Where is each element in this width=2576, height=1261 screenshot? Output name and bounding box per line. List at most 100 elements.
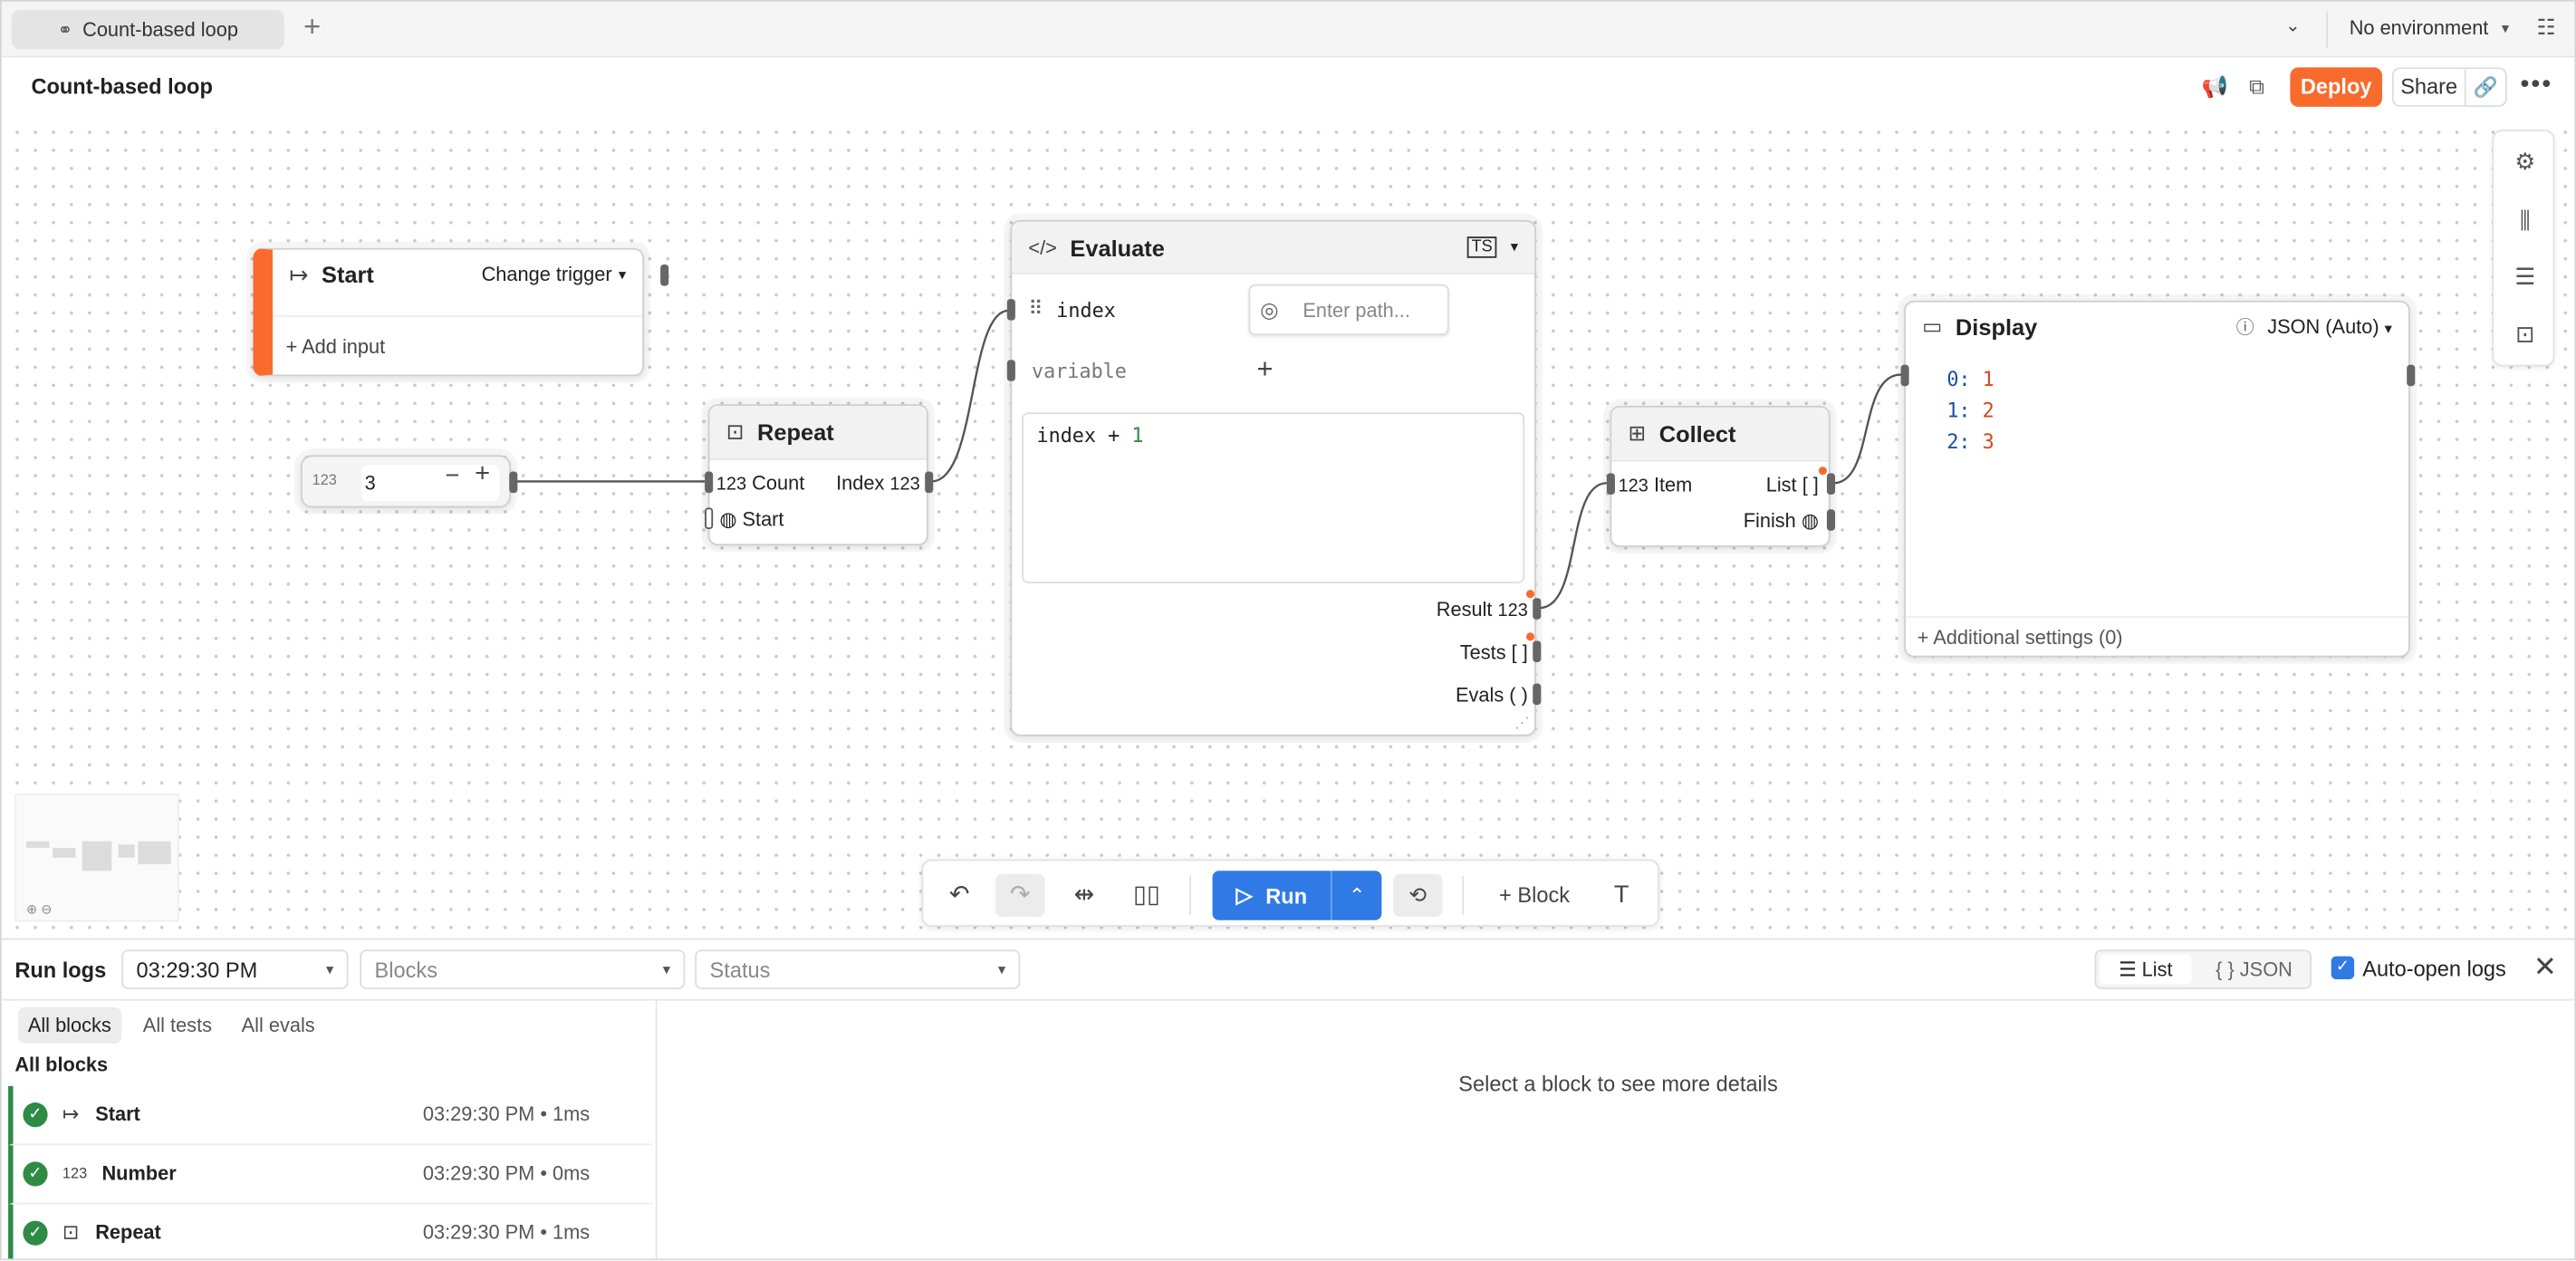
add-input-button[interactable]: + Add input [286,335,386,358]
environment-select[interactable]: No environment ▾ [2350,16,2509,39]
path-input[interactable]: ◎ Enter path... [1248,284,1449,336]
resize-handle-icon[interactable]: ⋰ [1514,715,1529,733]
output-port[interactable] [660,265,669,286]
auto-layout-icon[interactable]: ▯▯ [1124,874,1170,917]
start-node-header: ↦ Start Change trigger ▾ [273,249,643,300]
json-row: 2: 3 [1946,430,1994,453]
result-output-port[interactable] [1533,598,1542,620]
output-port[interactable] [509,471,518,494]
minimap[interactable]: ⊕ ⊖ [14,794,179,922]
app-window: ⚭ Count-based loop + ⌄ No environment ▾ … [0,0,2576,1261]
add-tab-button[interactable]: + [297,12,327,44]
subtab-all-tests[interactable]: All tests [133,1007,222,1044]
count-input-port[interactable] [705,471,714,494]
run-logs-panel: Run logs 03:29:30 PM ▾ Blocks ▾ Status ▾… [1,938,2575,1259]
undo-icon[interactable]: ↶ [937,874,983,917]
code-expression: index + [1036,423,1132,448]
error-dot [1526,632,1535,641]
finish-output-port[interactable] [1826,509,1835,531]
history-icon[interactable]: ⟲ [1393,873,1443,918]
start-node[interactable]: ↦ Start Change trigger ▾ + Add input [253,247,669,377]
megaphone-icon[interactable]: 📢 [2201,74,2227,101]
settings-gear-icon[interactable]: ⚙ [2494,148,2556,176]
add-input-icon[interactable]: + [1257,353,1274,386]
input-port[interactable] [1900,364,1909,387]
text-icon[interactable]: T [1600,874,1643,917]
subtab-all-evals[interactable]: All evals [232,1007,325,1044]
minimap-node [82,841,112,871]
index-output-port[interactable] [925,471,934,494]
log-row-repeat[interactable]: ✓ ⊡ Repeat 03:29:30 PM • 1ms [8,1204,652,1259]
blocks-filter-select[interactable]: Blocks ▾ [360,949,686,989]
index-input-port[interactable] [1006,299,1015,321]
present-icon[interactable]: ⊡ [2494,321,2556,349]
share-button[interactable]: Share [2391,67,2465,107]
layout-icon[interactable]: ☰ [2494,263,2556,291]
additional-settings-button[interactable]: + Additional settings (0) [1905,616,2409,656]
run-options-icon[interactable]: ⌃ [1331,871,1382,920]
evaluate-node[interactable]: </> Evaluate TS ▾ ⠿ index ◎ Enter path..… [1006,220,1542,736]
redo-icon[interactable]: ↷ [995,873,1045,918]
chevron-down-icon[interactable]: ▾ [1511,238,1518,256]
variable-input-port[interactable] [1006,360,1015,381]
json-key: 1: [1946,399,1971,423]
number-node[interactable]: 123 3 − + [300,455,518,508]
tab-bar: ⚭ Count-based loop + ⌄ No environment ▾ … [1,1,2575,58]
flow-canvas[interactable]: ↦ Start Change trigger ▾ + Add input 123… [1,116,2575,939]
tab-count-based-loop[interactable]: ⚭ Count-based loop [11,9,284,50]
json-key: 2: [1946,430,1971,454]
evaluate-node-header: </> Evaluate TS ▾ [1012,221,1535,274]
item-input-port[interactable] [1606,473,1615,495]
success-check-icon: ✓ [23,1102,48,1128]
code-number: 1 [1131,423,1144,448]
duplicate-icon[interactable]: ⧉ [2249,74,2264,101]
evals-output-port[interactable] [1533,683,1542,706]
chevron-down-icon: ▾ [618,265,627,283]
collect-icon: ⊞ [1628,420,1647,446]
collect-node[interactable]: ⊞ Collect 123 Item List [ ] Finish ◍ [1606,406,1835,547]
start-input-port[interactable] [705,507,714,530]
library-icon[interactable]: ⫼ [2494,207,2556,236]
log-row-start[interactable]: ✓ ↦ Start 03:29:30 PM • 1ms [8,1085,653,1146]
auto-open-checkbox[interactable]: ✓ [2331,956,2355,980]
decrement-icon[interactable]: − [446,462,460,490]
language-badge[interactable]: TS [1466,236,1498,258]
list-output-port[interactable] [1826,473,1835,495]
repeat-node[interactable]: ⊡ Repeat 123 Count Index 123 ◍ Start [705,404,934,546]
number-type-icon: 123 [1497,601,1528,621]
display-node[interactable]: ▭ Display ⓘ JSON (Auto) ▾ 0: 1 1: 2 2: 3… [1900,300,2416,658]
panel-toggle-icon[interactable]: ☷ [2536,14,2555,41]
output-port[interactable] [2407,364,2416,387]
link-icon[interactable]: 🔗 [2464,67,2507,107]
run-button[interactable]: ▷ Run [1212,871,1331,920]
count-label: Count [752,471,805,495]
tests-output-port[interactable] [1533,640,1542,662]
list-view-button[interactable]: ☰ List [2100,954,2192,985]
code-editor[interactable]: index + 1 [1022,412,1525,583]
status-filter-select[interactable]: Status ▾ [695,949,1021,989]
increment-icon[interactable]: + [475,460,490,490]
close-icon[interactable]: ✕ [2533,951,2557,984]
index-label: Index [836,471,885,495]
list-output-label: List [ ] [1766,473,1819,496]
change-trigger-dropdown[interactable]: Change trigger ▾ [482,263,626,285]
subtab-all-blocks[interactable]: All blocks [17,1006,121,1044]
zoom-controls-icon[interactable]: ⊕ ⊖ [26,902,52,917]
more-options-icon[interactable]: ••• [2520,71,2552,101]
add-block-button[interactable]: + Block [1488,874,1581,917]
additional-settings-label: Additional settings (0) [1933,626,2123,650]
number-type-icon: 123 [889,475,920,495]
info-icon[interactable]: ⓘ [2236,313,2254,340]
json-view-button[interactable]: { } JSON [2205,955,2303,985]
deploy-button[interactable]: Deploy [2290,67,2382,107]
tabs-dropdown-icon[interactable]: ⌄ [2285,14,2301,36]
result-output-label: Result 123 [1437,598,1528,621]
display-node-title: Display [1955,313,2038,341]
drag-handle-icon[interactable]: ⠿ [1028,297,1043,320]
wire-evaluate-to-collect [1539,482,1607,610]
mode-select[interactable]: JSON (Auto) ▾ [2267,315,2392,338]
fit-view-icon[interactable]: ⇹ [1062,874,1108,917]
time-filter-select[interactable]: 03:29:30 PM ▾ [121,949,349,989]
log-row-number[interactable]: ✓ 123 Number 03:29:30 PM • 0ms [8,1145,653,1205]
item-label: Item [1653,473,1693,496]
